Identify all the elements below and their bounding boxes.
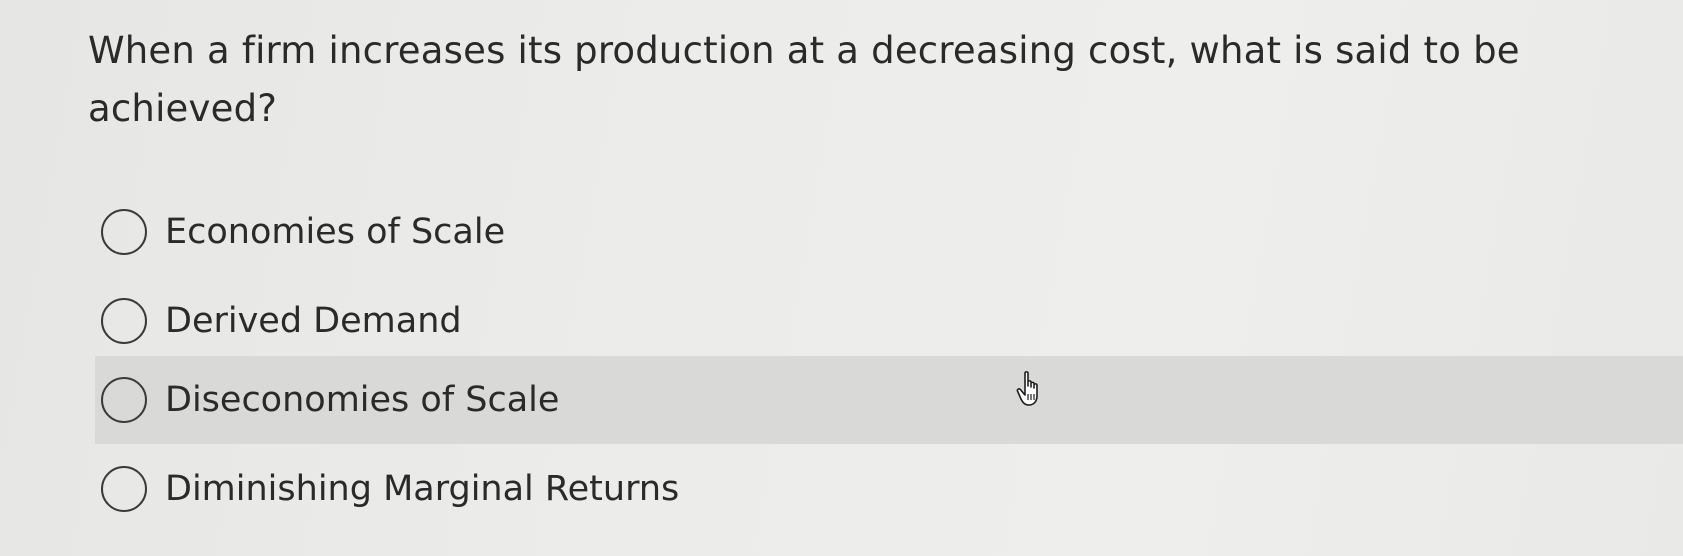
- option-economies-of-scale[interactable]: Economies of Scale: [95, 188, 1683, 276]
- radio-button[interactable]: [101, 209, 147, 255]
- option-diseconomies-of-scale[interactable]: Diseconomies of Scale: [95, 356, 1683, 444]
- quiz-page: When a firm increases its production at …: [0, 0, 1683, 556]
- option-label: Economies of Scale: [165, 212, 506, 252]
- option-diminishing-marginal-returns[interactable]: Diminishing Marginal Returns: [95, 445, 1683, 533]
- hand-pointer-icon: [1016, 371, 1038, 406]
- option-label: Diminishing Marginal Returns: [165, 469, 680, 509]
- radio-button[interactable]: [101, 466, 147, 512]
- question-text: When a firm increases its production at …: [88, 29, 1520, 130]
- radio-button[interactable]: [101, 298, 147, 344]
- option-label: Derived Demand: [165, 301, 462, 341]
- radio-button[interactable]: [101, 377, 147, 423]
- option-label: Diseconomies of Scale: [165, 380, 560, 420]
- option-derived-demand[interactable]: Derived Demand: [95, 277, 1683, 365]
